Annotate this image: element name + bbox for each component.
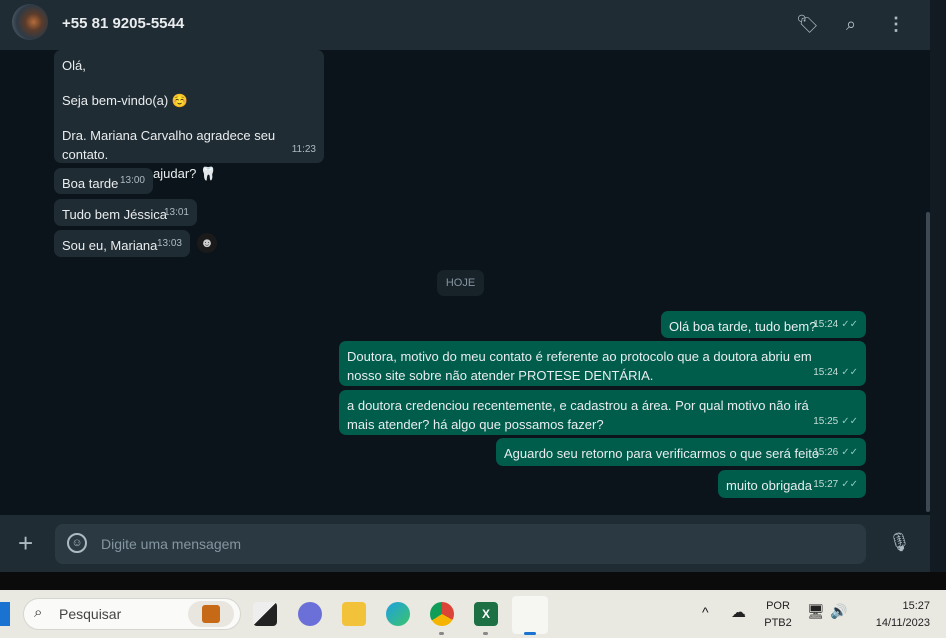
double-check-icon: ✓✓ [841, 447, 858, 458]
message-time: 15:27 [813, 479, 839, 490]
message-time: 15:25 [813, 416, 839, 427]
message-outgoing[interactable]: muito obrigada 15:27 ✓✓ [718, 470, 866, 498]
label-icon[interactable]: 🏷 [796, 13, 819, 35]
double-check-icon: ✓✓ [841, 479, 858, 490]
file-explorer-icon[interactable] [342, 602, 366, 626]
chrome-icon[interactable] [430, 602, 454, 626]
message-outgoing[interactable]: Aguardo seu retorno para verificarmos o … [496, 438, 866, 466]
react-emoji-icon[interactable]: ☻ [197, 233, 217, 253]
message-text: Olá boa tarde, tudo bem? [669, 319, 817, 334]
start-icon[interactable] [0, 602, 10, 626]
active-indicator [524, 632, 536, 635]
attach-plus-icon[interactable]: + [18, 530, 33, 556]
contact-name[interactable]: +55 81 9205-5544 [62, 15, 184, 32]
message-incoming[interactable]: Tudo bem Jéssica 13:01 [54, 199, 197, 226]
message-text: Boa tarde [62, 176, 119, 191]
message-line: Seja bem-vindo(a) ☺️ [62, 93, 189, 108]
language-code[interactable]: POR [762, 600, 794, 612]
message-time: 15:26 [813, 447, 839, 458]
edge-icon[interactable] [386, 602, 410, 626]
briefcase-icon [202, 605, 220, 623]
message-incoming[interactable]: Olá, Seja bem-vindo(a) ☺️ Dra. Mariana C… [54, 50, 324, 181]
emoji-icon[interactable]: ☺ [67, 533, 87, 553]
message-outgoing[interactable]: Olá boa tarde, tudo bem? 15:24 ✓✓ [661, 311, 866, 338]
message-incoming[interactable]: Sou eu, Mariana 13:03 [54, 230, 190, 257]
teams-icon[interactable] [298, 602, 322, 626]
task-view-icon[interactable] [253, 602, 277, 626]
message-outgoing[interactable]: a doutora credenciou recentemente, e cad… [339, 390, 866, 435]
message-text: muito obrigada [726, 478, 812, 493]
excel-icon[interactable]: X [474, 602, 498, 626]
clock-time[interactable]: 15:27 [860, 600, 930, 612]
message-placeholder: Digite uma mensagem [101, 536, 242, 552]
chat-scrollbar[interactable] [926, 212, 930, 512]
message-time: 11:23 [291, 144, 316, 155]
chevron-up-icon[interactable]: ^ [702, 604, 709, 620]
double-check-icon: ✓✓ [841, 319, 858, 330]
search-icon: ⌕ [34, 604, 43, 621]
more-vertical-icon[interactable]: ⋮ [885, 13, 907, 35]
side-strip [930, 0, 946, 590]
message-time: 13:00 [119, 175, 145, 186]
message-time: 15:24 [813, 367, 839, 378]
window-edge [0, 572, 946, 590]
running-indicator [483, 632, 488, 635]
message-line: Dra. Mariana Carvalho agradece seu conta… [62, 128, 276, 162]
taskbar-search-label: Pesquisar [59, 606, 122, 622]
snipping-tool-icon[interactable] [512, 596, 548, 634]
network-icon[interactable]: 🖥 [807, 603, 825, 620]
volume-icon[interactable]: 🔊 [830, 603, 847, 620]
cloud-offline-icon[interactable]: ☁ [731, 603, 746, 621]
message-line: Olá, [62, 58, 86, 73]
message-text: Aguardo seu retorno para verificarmos o … [504, 446, 820, 461]
search-icon[interactable]: ⌕ [840, 13, 862, 35]
keyboard-layout[interactable]: PTB2 [762, 617, 794, 629]
message-time: 13:01 [163, 207, 189, 218]
message-text: Sou eu, Mariana [62, 238, 158, 253]
message-incoming[interactable]: Boa tarde 13:00 [54, 168, 153, 194]
contact-avatar[interactable] [12, 4, 48, 40]
message-time: 15:24 [813, 319, 839, 330]
message-time: 13:03 [156, 238, 182, 249]
message-outgoing[interactable]: Doutora, motivo do meu contato é referen… [339, 341, 866, 386]
message-text: Doutora, motivo do meu contato é referen… [347, 349, 812, 383]
double-check-icon: ✓✓ [841, 416, 858, 427]
clock-date[interactable]: 14/11/2023 [855, 617, 930, 629]
date-divider: HOJE [437, 270, 484, 296]
double-check-icon: ✓✓ [841, 367, 858, 378]
message-text: a doutora credenciou recentemente, e cad… [347, 398, 809, 432]
running-indicator [439, 632, 444, 635]
message-text: Tudo bem Jéssica [62, 207, 168, 222]
microphone-icon[interactable]: 🎙 [888, 532, 911, 553]
